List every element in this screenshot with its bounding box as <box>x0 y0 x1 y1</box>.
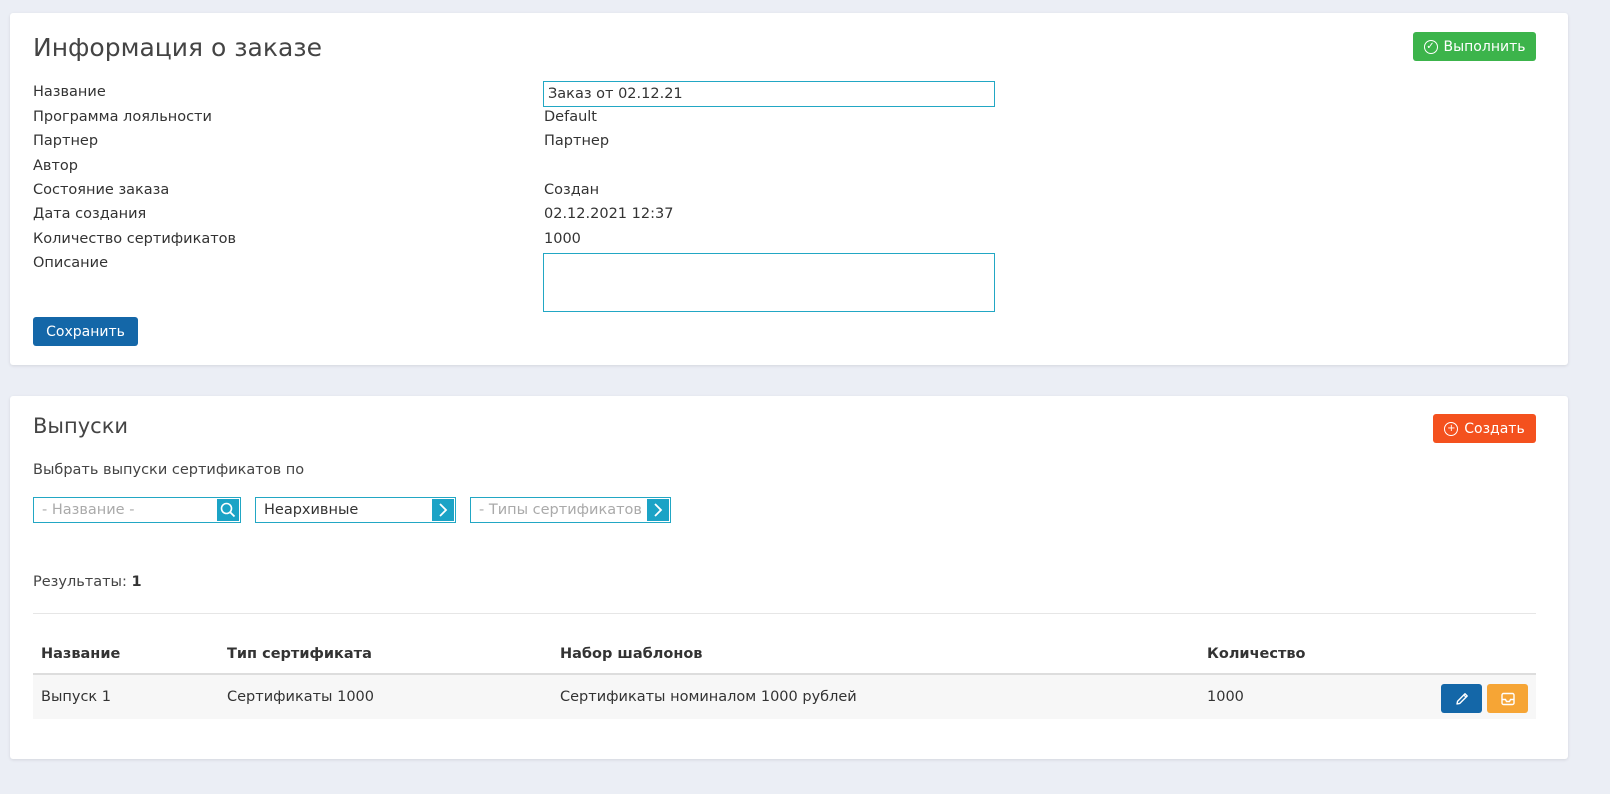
issues-title: Выпуски <box>33 414 129 438</box>
description-input[interactable] <box>543 253 995 312</box>
created-value: 02.12.2021 12:37 <box>544 206 674 222</box>
table-row: Выпуск 1 Сертификаты 1000 Сертификаты но… <box>33 675 1536 719</box>
cell-quantity: 1000 <box>1207 689 1244 705</box>
plus-circle-icon: + <box>1444 421 1459 436</box>
cell-type: Сертификаты 1000 <box>227 689 374 705</box>
create-button[interactable]: + Создать <box>1433 414 1536 443</box>
types-filter[interactable]: - Типы сертификатов - <box>470 497 671 523</box>
state-value: Создан <box>544 182 600 198</box>
name-filter[interactable]: - Название - <box>33 497 241 523</box>
issues-card: Выпуски + Создать Выбрать выпуски сертиф… <box>10 396 1568 759</box>
name-filter-placeholder[interactable]: - Название - <box>34 502 217 518</box>
inbox-icon <box>1500 692 1515 705</box>
search-icon[interactable] <box>217 499 239 521</box>
archive-filter[interactable]: Неархивные <box>255 497 456 523</box>
filter-label: Выбрать выпуски сертификатов по <box>33 462 305 478</box>
archive-filter-value[interactable]: Неархивные <box>256 502 432 518</box>
check-circle-icon: ✓ <box>1423 39 1438 54</box>
execute-button-label: Выполнить <box>1443 38 1526 55</box>
order-info-title: Информация о заказе <box>33 33 322 62</box>
loyalty-value: Default <box>544 109 597 125</box>
order-info-card: Информация о заказе ✓ Выполнить Название… <box>10 13 1568 365</box>
pencil-icon <box>1455 692 1468 705</box>
chevron-right-icon[interactable] <box>432 499 454 521</box>
cell-templates: Сертификаты номиналом 1000 рублей <box>560 689 857 705</box>
divider <box>33 613 1536 614</box>
state-label: Состояние заказа <box>33 182 170 198</box>
column-header-name: Название <box>41 646 121 662</box>
results-summary: Результаты: 1 <box>33 574 142 590</box>
loyalty-label: Программа лояльности <box>33 109 212 125</box>
archive-button[interactable] <box>1487 684 1528 713</box>
cell-name: Выпуск 1 <box>41 689 112 705</box>
types-filter-placeholder[interactable]: - Типы сертификатов - <box>471 502 647 518</box>
partner-label: Партнер <box>33 133 99 149</box>
partner-value: Партнер <box>544 133 610 149</box>
results-count: 1 <box>131 574 142 590</box>
column-header-quantity: Количество <box>1207 646 1306 662</box>
execute-button[interactable]: ✓ Выполнить <box>1413 32 1536 61</box>
edit-button[interactable] <box>1441 684 1482 713</box>
description-label: Описание <box>33 255 108 271</box>
count-value: 1000 <box>544 231 581 247</box>
author-label: Автор <box>33 158 78 174</box>
create-button-label: Создать <box>1464 420 1525 437</box>
column-header-templates: Набор шаблонов <box>560 646 703 662</box>
table-header: Название Тип сертификата Набор шаблонов … <box>33 634 1536 675</box>
name-label: Название <box>33 84 106 100</box>
results-label: Результаты: <box>33 574 127 590</box>
column-header-type: Тип сертификата <box>227 646 372 662</box>
created-label: Дата создания <box>33 206 147 222</box>
count-label: Количество сертификатов <box>33 231 237 247</box>
chevron-right-icon[interactable] <box>647 499 669 521</box>
save-button[interactable]: Сохранить <box>33 317 138 346</box>
name-input[interactable] <box>543 81 995 107</box>
